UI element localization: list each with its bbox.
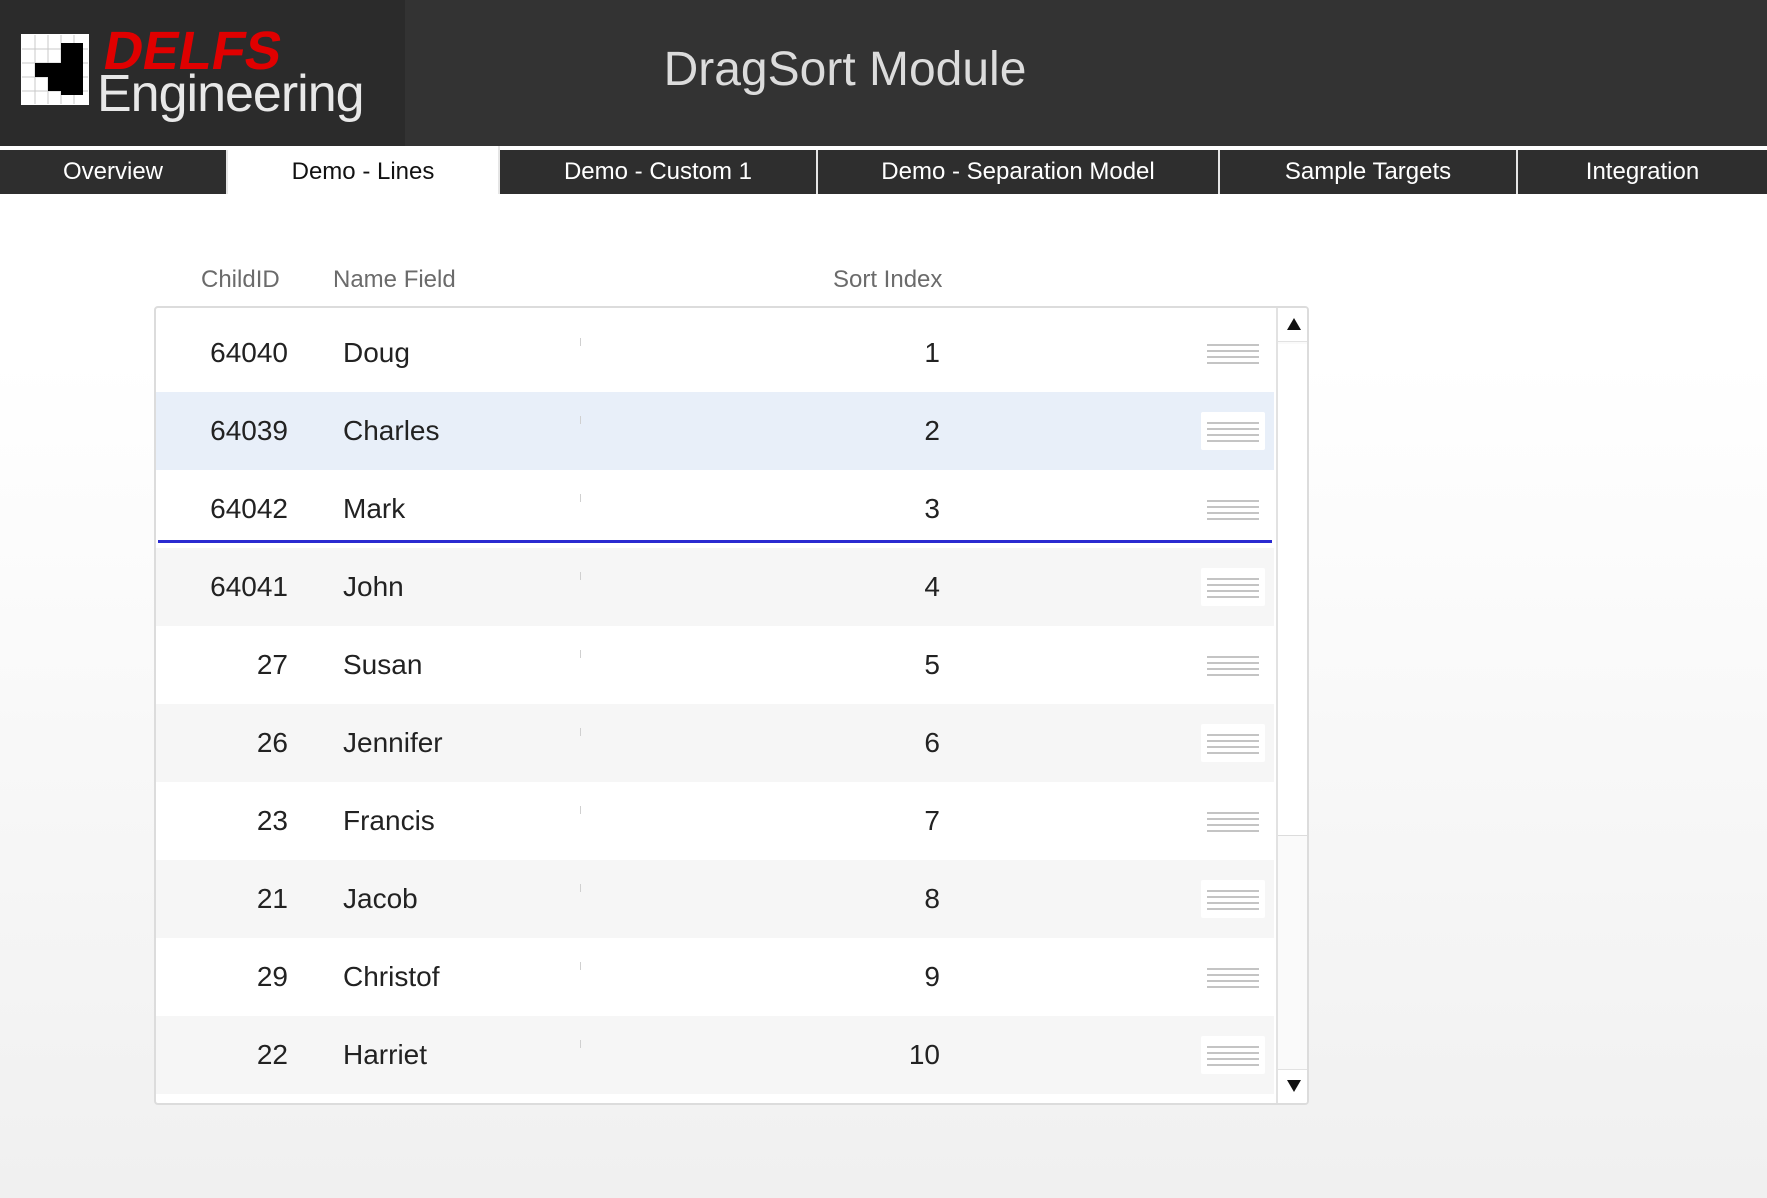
cell-sort-index: 2 (924, 415, 940, 446)
tab-bar: Overview Demo - Lines Demo - Custom 1 De… (0, 146, 1767, 194)
cell-name: Charles (343, 415, 440, 446)
drag-handle-icon[interactable] (1201, 1036, 1265, 1074)
cell-sort-index: 10 (908, 1039, 940, 1070)
dragsort-grid: 64040 Doug 1 64039 Charles 2 64042 Mark … (154, 306, 1309, 1105)
cell-child-id: 27 (256, 649, 288, 680)
tab-demo-separation-model[interactable]: Demo - Separation Model (818, 150, 1220, 194)
cell-child-id: 64041 (210, 571, 288, 602)
cell-sort-index: 9 (924, 961, 940, 992)
cell-name: John (343, 571, 404, 602)
drag-handle-icon[interactable] (1201, 802, 1265, 840)
column-divider (580, 806, 581, 814)
drag-handle-icon[interactable] (1201, 412, 1265, 450)
tab-sample-targets[interactable]: Sample Targets (1220, 150, 1518, 194)
table-row[interactable]: 64039 Charles 2 (156, 392, 1274, 470)
arrow-up-icon (1286, 318, 1301, 330)
cell-name: Susan (343, 649, 423, 680)
cell-sort-index: 8 (924, 883, 940, 914)
column-divider (580, 494, 581, 502)
table-row[interactable]: 64040 Doug 1 (156, 314, 1274, 392)
vertical-scrollbar[interactable] (1276, 308, 1307, 1103)
tab-integration[interactable]: Integration (1518, 150, 1767, 194)
cell-child-id: 64039 (210, 415, 288, 446)
table-row[interactable]: 22 Harriet 10 (156, 1016, 1274, 1094)
cell-name: Jacob (343, 883, 418, 914)
cell-name: Jennifer (343, 727, 443, 758)
logo: DELFS Engineering (0, 0, 405, 146)
column-divider (580, 884, 581, 892)
app-header: DELFS Engineering DragSort Module (0, 0, 1767, 146)
cell-name: Doug (343, 337, 410, 368)
cell-name: Christof (343, 961, 440, 992)
drag-handle-icon[interactable] (1201, 334, 1265, 372)
table-row[interactable]: 64041 John 4 (156, 548, 1274, 626)
cell-sort-index: 6 (924, 727, 940, 758)
table-row[interactable]: 64042 Mark 3 (156, 470, 1274, 548)
scroll-down-button[interactable] (1278, 1069, 1307, 1103)
table-row[interactable]: 27 Susan 5 (156, 626, 1274, 704)
cell-sort-index: 5 (924, 649, 940, 680)
column-divider (580, 572, 581, 580)
table-row[interactable]: 26 Jennifer 6 (156, 704, 1274, 782)
column-divider (580, 338, 581, 346)
drag-handle-icon[interactable] (1201, 880, 1265, 918)
column-header-sort-index[interactable]: Sort Index (833, 262, 993, 298)
tab-demo-custom-1[interactable]: Demo - Custom 1 (500, 150, 818, 194)
column-divider (580, 650, 581, 658)
cell-name: Mark (343, 493, 406, 524)
column-header-name-field[interactable]: Name Field (333, 262, 533, 298)
drag-handle-icon[interactable] (1201, 568, 1265, 606)
cell-child-id: 21 (256, 883, 288, 914)
cell-name: Harriet (343, 1039, 428, 1070)
page-title: DragSort Module (663, 43, 1027, 96)
cell-child-id: 29 (256, 961, 288, 992)
cell-sort-index: 3 (924, 493, 940, 524)
cell-child-id: 22 (256, 1039, 288, 1070)
cell-sort-index: 7 (924, 805, 940, 836)
drag-handle-icon[interactable] (1201, 958, 1265, 996)
table-row[interactable]: 29 Christof 9 (156, 938, 1274, 1016)
grid-rows: 64040 Doug 1 64039 Charles 2 64042 Mark … (156, 314, 1274, 1094)
drag-handle-icon[interactable] (1201, 724, 1265, 762)
column-divider (580, 728, 581, 736)
drag-handle-icon[interactable] (1201, 646, 1265, 684)
drag-handle-icon[interactable] (1201, 490, 1265, 528)
cell-child-id: 23 (256, 805, 288, 836)
cell-child-id: 64040 (210, 337, 288, 368)
cell-child-id: 26 (256, 727, 288, 758)
column-divider (580, 416, 581, 424)
scrollbar-thumb[interactable] (1278, 344, 1307, 836)
cell-child-id: 64042 (210, 493, 288, 524)
arrow-down-icon (1286, 1080, 1301, 1092)
cell-sort-index: 1 (924, 337, 940, 368)
table-row[interactable]: 23 Francis 7 (156, 782, 1274, 860)
logo-mark-icon (21, 34, 89, 105)
tab-demo-lines[interactable]: Demo - Lines (228, 146, 500, 194)
column-header-childid[interactable]: ChildID (201, 262, 301, 298)
column-divider (580, 1040, 581, 1048)
column-divider (580, 962, 581, 970)
logo-wordmark-engineering: Engineering (97, 65, 365, 123)
drop-indicator-line (158, 540, 1272, 543)
cell-sort-index: 4 (924, 571, 940, 602)
cell-name: Francis (343, 805, 435, 836)
table-row[interactable]: 21 Jacob 8 (156, 860, 1274, 938)
scroll-up-button[interactable] (1278, 308, 1307, 342)
tab-overview[interactable]: Overview (0, 150, 228, 194)
